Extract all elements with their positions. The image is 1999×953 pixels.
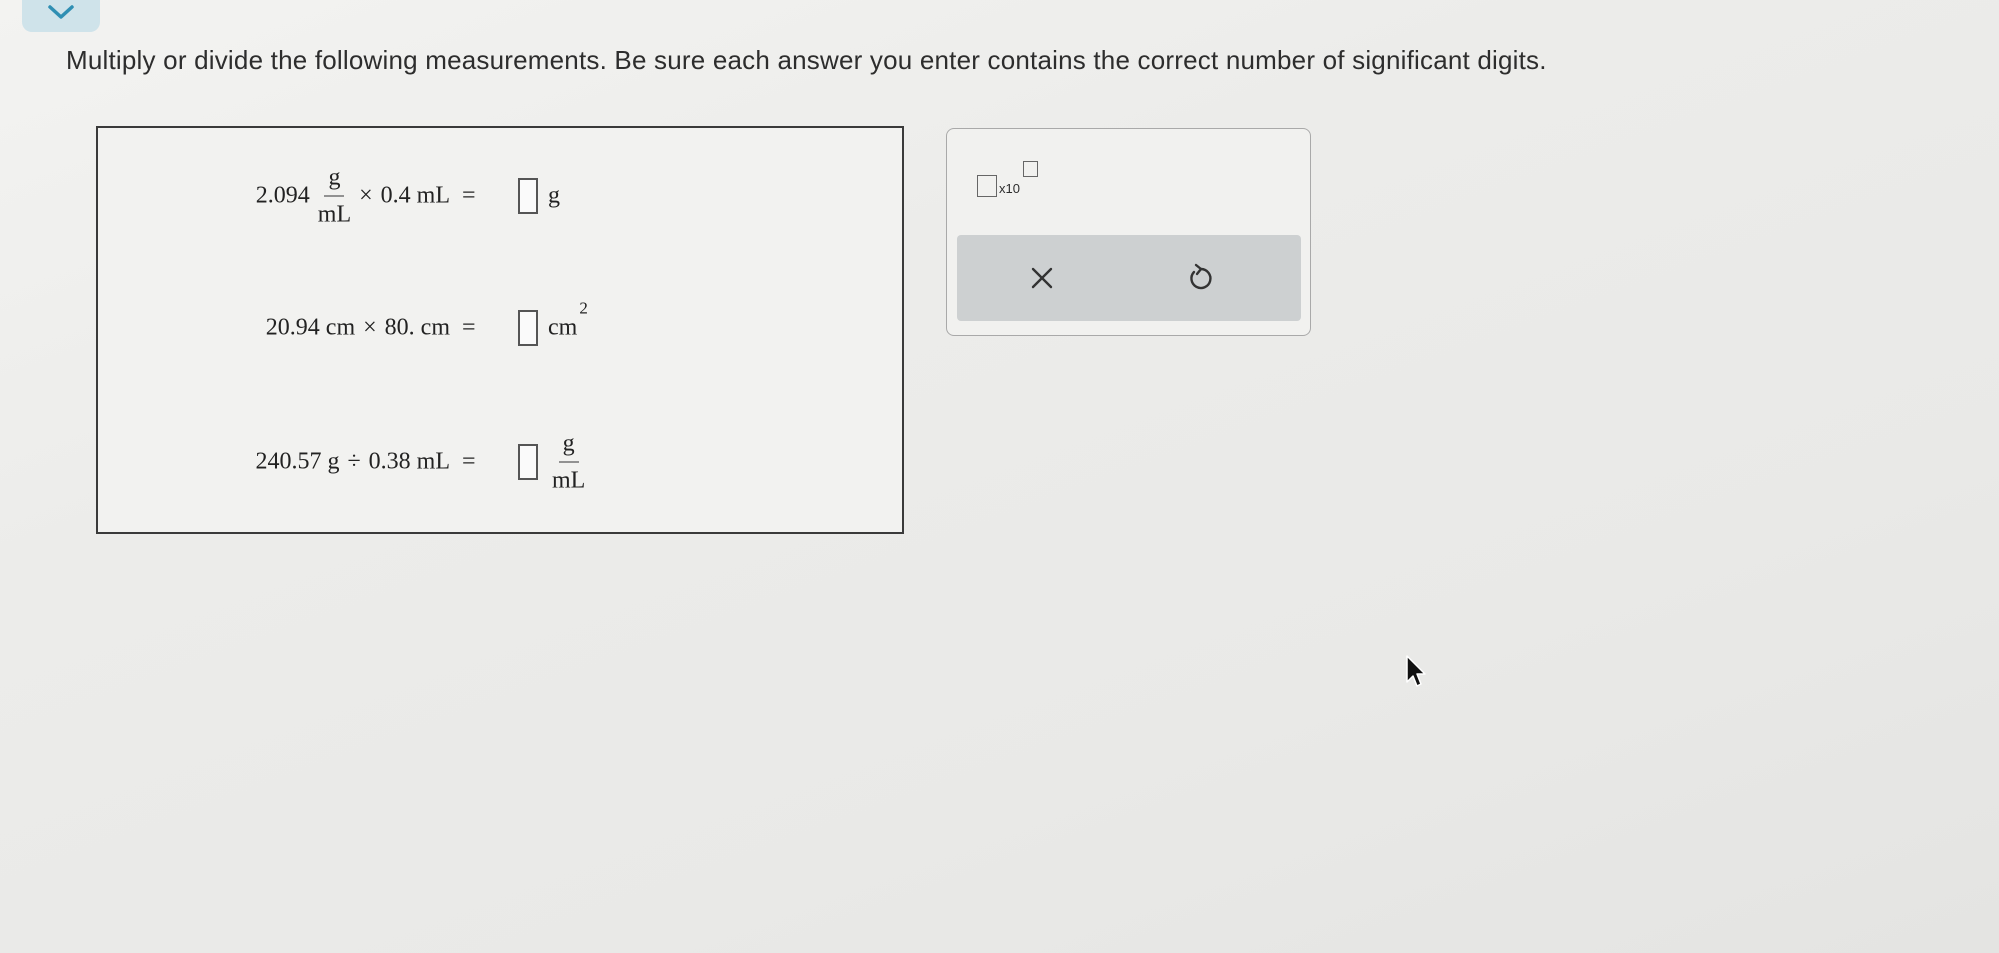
problem-1-answer-input[interactable] — [518, 178, 538, 214]
problem-box: 2.094 g mL × 0.4 mL = g 20.94 cm × 80. c… — [96, 126, 904, 534]
problem-1-answer-unit: g — [548, 183, 560, 210]
problem-row-3: 240.57 g ÷ 0.38 mL = g mL — [98, 422, 902, 502]
problem-3-answer-unit: g mL — [548, 432, 593, 493]
problem-3-operator: ÷ — [347, 448, 361, 475]
problem-3-value-a: 240.57 g — [255, 448, 340, 475]
scientific-notation-button[interactable]: x10 — [977, 159, 1041, 201]
problem-1-unit-denominator: mL — [317, 201, 352, 228]
problem-3-answer-unit-denominator: mL — [552, 467, 586, 494]
chevron-down-icon — [48, 5, 74, 19]
exponent-box-icon — [1023, 161, 1038, 177]
problem-1-unit-numerator: g — [324, 166, 345, 197]
undo-button[interactable] — [1178, 256, 1222, 300]
problem-2-value-b: 80. cm — [384, 314, 450, 341]
problem-3-equals: = — [462, 448, 476, 475]
problem-3-answer-unit-numerator: g — [558, 432, 579, 463]
problem-1-expression: 2.094 g mL × 0.4 mL — [256, 166, 450, 227]
problem-3-expression: 240.57 g ÷ 0.38 mL — [256, 449, 451, 476]
problem-2-answer-input[interactable] — [518, 310, 538, 346]
problem-1-operator: × — [359, 182, 373, 209]
problem-3-answer-input[interactable] — [518, 444, 538, 480]
problem-1-unit-fraction: g mL — [318, 166, 351, 227]
clear-button[interactable] — [1020, 256, 1064, 300]
undo-icon — [1190, 263, 1212, 290]
action-bar — [957, 235, 1301, 321]
problem-2-answer-unit: cm 2 — [548, 298, 588, 342]
problem-row-1: 2.094 g mL × 0.4 mL = g — [98, 156, 902, 236]
problem-3-value-b: 0.38 mL — [368, 448, 450, 475]
problem-2-answer-unit-exponent: 2 — [579, 298, 588, 317]
problem-2-expression: 20.94 cm × 80. cm — [266, 315, 450, 342]
collapse-tab[interactable] — [22, 0, 100, 32]
problem-2-value-a: 20.94 cm — [265, 314, 356, 341]
tool-panel: x10 — [946, 128, 1311, 336]
problem-1-value-a: 2.094 — [255, 182, 310, 209]
problem-2-operator: × — [363, 314, 377, 341]
problem-1-equals: = — [462, 182, 476, 209]
mantissa-box-icon — [977, 175, 997, 197]
x-icon — [1031, 267, 1053, 289]
instructions-text: Multiply or divide the following measure… — [66, 45, 1547, 75]
problem-2-equals: = — [462, 314, 476, 341]
x10-label: x10 — [999, 181, 1020, 196]
problem-1-answer-unit-label: g — [548, 182, 560, 209]
mouse-cursor-icon — [1406, 655, 1426, 687]
problem-row-2: 20.94 cm × 80. cm = cm 2 — [98, 288, 902, 368]
problem-1-value-b: 0.4 mL — [380, 182, 450, 209]
problem-3-answer-unit-fraction: g mL — [552, 432, 585, 493]
problem-2-answer-unit-label: cm — [548, 314, 578, 341]
